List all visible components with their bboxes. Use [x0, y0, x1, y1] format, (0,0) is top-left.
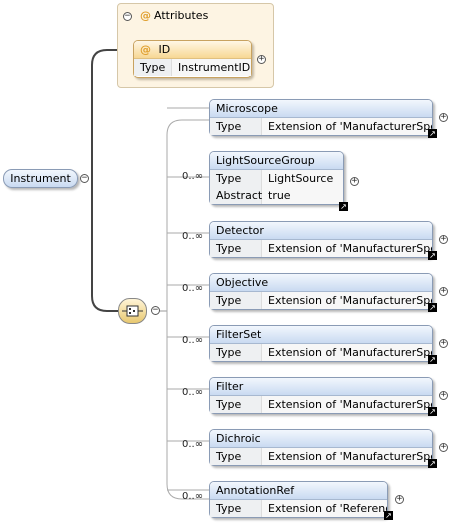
type-link-icon[interactable]: ↗ — [428, 407, 437, 416]
element-objective[interactable]: Objective Type Extension of 'ManufacturerS… — [209, 273, 433, 310]
element-property-row: Type Extension of 'ManufacturerSpec' — [210, 396, 432, 413]
cardinality-label: 0..∞ — [182, 335, 204, 346]
attribute-type-value: InstrumentID — [172, 59, 251, 76]
element-microscope[interactable]: Microscope Type Extension of 'Manufacturer… — [209, 99, 433, 136]
property-value: LightSource — [262, 170, 343, 187]
expand-filterset-button[interactable]: + — [439, 339, 448, 348]
expand-dichroic-button[interactable]: + — [439, 443, 448, 452]
element-name: Dichroic — [210, 430, 432, 448]
type-link-icon[interactable]: ↗ — [339, 202, 348, 211]
element-property-row: Type Extension of 'ManufacturerSpec' — [210, 344, 432, 361]
property-key: Type — [210, 292, 262, 309]
element-property-row: Type Extension of 'ManufacturerSpec' — [210, 448, 432, 465]
property-key: Type — [210, 344, 262, 361]
element-filterset[interactable]: FilterSet Type Extension of 'ManufacturerS… — [209, 325, 433, 362]
expand-detector-button[interactable]: + — [439, 235, 448, 244]
type-link-icon[interactable]: ↗ — [384, 511, 393, 520]
cardinality-label: 0..∞ — [182, 231, 204, 242]
collapse-root-button[interactable]: − — [80, 174, 89, 183]
type-link-icon[interactable]: ↗ — [428, 459, 437, 468]
attribute-type-key: Type — [134, 59, 172, 76]
property-value: Extension of 'ManufacturerSpec' — [262, 240, 432, 257]
property-key: Type — [210, 396, 262, 413]
cardinality-label: 0..∞ — [182, 439, 204, 450]
sequence-icon[interactable] — [118, 298, 147, 324]
sequence-glyph-icon — [122, 305, 143, 317]
element-property-row: Type LightSource — [210, 170, 343, 187]
element-name: Filter — [210, 378, 432, 396]
element-property-row: TypeExtension of 'Reference' — [210, 500, 387, 517]
element-name: AnnotationRef — [210, 482, 387, 500]
property-key: Type — [210, 118, 262, 135]
expand-lightsourcegroup-button[interactable]: + — [350, 177, 359, 186]
element-detector[interactable]: Detector Type Extension of 'ManufacturerSp… — [209, 221, 433, 258]
property-key: Type — [210, 240, 262, 257]
element-property-row: Type Extension of 'ManufacturerSpec' — [210, 292, 432, 309]
attribute-name: ID — [158, 43, 171, 56]
element-name: LightSourceGroup — [210, 152, 343, 170]
collapse-attributes-button[interactable]: − — [123, 12, 132, 21]
element-name: Detector — [210, 222, 432, 240]
attribute-id-header: @ ID — [134, 41, 251, 59]
cardinality-label: 0..∞ — [182, 283, 204, 294]
element-name: Objective — [210, 274, 432, 292]
element-filter[interactable]: Filter Type Extension of 'ManufacturerSpec… — [209, 377, 433, 414]
property-value: Extension of 'ManufacturerSpec' — [262, 448, 432, 465]
attribute-id[interactable]: @ ID Type InstrumentID — [133, 40, 252, 78]
element-annotationref[interactable]: AnnotationRefTypeExtension of 'Reference… — [209, 481, 388, 518]
expand-microscope-button[interactable]: + — [439, 113, 448, 122]
element-property-row: Type Extension of 'ManufacturerSpec' — [210, 118, 432, 135]
cardinality-label: 0..∞ — [182, 387, 204, 398]
cardinality-label: 0..∞ — [182, 491, 204, 502]
element-property-row: Type Extension of 'ManufacturerSpec' — [210, 240, 432, 257]
property-value: Extension of 'ManufacturerSpec' — [262, 396, 432, 413]
attribute-at-icon: @ — [140, 9, 151, 22]
element-name: FilterSet — [210, 326, 432, 344]
attribute-at-icon: @ — [140, 43, 151, 56]
expand-objective-button[interactable]: + — [439, 287, 448, 296]
element-name: Microscope — [210, 100, 432, 118]
expand-filter-button[interactable]: + — [439, 391, 448, 400]
type-link-icon[interactable]: ↗ — [428, 303, 437, 312]
type-link-icon[interactable]: ↗ — [428, 355, 437, 364]
type-link-icon[interactable]: ↗ — [428, 251, 437, 260]
type-link-icon[interactable]: ↗ — [428, 129, 437, 138]
collapse-sequence-button[interactable]: − — [151, 306, 160, 315]
property-key: Type — [210, 500, 262, 517]
property-key: Type — [210, 170, 262, 187]
property-value: true — [262, 187, 343, 204]
expand-attribute-button[interactable]: + — [257, 55, 266, 64]
property-key: Abstract — [210, 187, 262, 204]
attributes-title: Attributes — [154, 9, 209, 22]
element-dichroic[interactable]: Dichroic Type Extension of 'ManufacturerSp… — [209, 429, 433, 466]
property-value: Extension of 'ManufacturerSpec' — [262, 292, 432, 309]
expand-annotationref-button[interactable]: + — [395, 495, 404, 504]
property-key: Type — [210, 448, 262, 465]
property-value: Extension of 'Reference' — [262, 500, 387, 517]
property-value: Extension of 'ManufacturerSpec' — [262, 118, 432, 135]
cardinality-label: 0..∞ — [182, 171, 204, 182]
element-property-row: Abstract true — [210, 187, 343, 204]
property-value: Extension of 'ManufacturerSpec' — [262, 344, 432, 361]
element-lightsourcegroup[interactable]: LightSourceGroup Type LightSource Abstract t… — [209, 151, 344, 205]
root-element-instrument[interactable]: Instrument — [3, 169, 78, 188]
